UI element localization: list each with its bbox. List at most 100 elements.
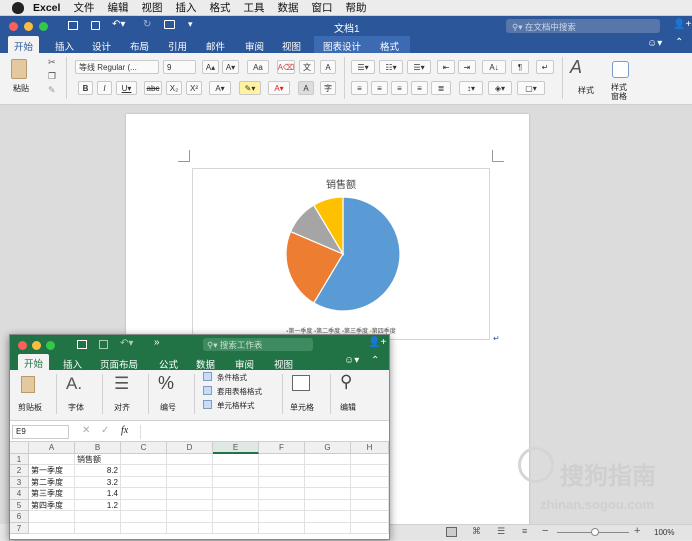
highlight-icon[interactable]: ✎▾ (239, 81, 261, 95)
menu-format[interactable]: 格式 (209, 0, 230, 15)
superscript-icon[interactable]: X² (186, 81, 202, 95)
zoom-icon[interactable] (46, 341, 55, 350)
enter-icon[interactable]: ✓ (101, 425, 109, 436)
save-icon[interactable] (99, 340, 108, 349)
xl-tab-insert[interactable]: 插入 (63, 357, 82, 371)
row-header[interactable]: 6 (10, 511, 29, 523)
select-all-corner[interactable] (10, 442, 29, 454)
menu-view[interactable]: 视图 (141, 0, 162, 15)
cell[interactable]: 1.4 (75, 488, 121, 500)
cell[interactable] (213, 476, 259, 488)
cell[interactable] (213, 488, 259, 500)
number-group-icon[interactable]: % (158, 373, 174, 394)
edit-group-label[interactable]: 编辑 (340, 402, 356, 413)
collapse-ribbon-icon[interactable]: ⌃ (371, 355, 379, 366)
paste-icon[interactable] (11, 59, 27, 79)
row-header[interactable]: 4 (10, 488, 29, 500)
row-header[interactable]: 7 (10, 522, 29, 534)
cell[interactable] (121, 453, 167, 465)
paste-icon[interactable] (21, 376, 35, 393)
table-format-button[interactable]: 套用表格格式 (217, 386, 262, 397)
grow-font-icon[interactable]: A▴ (202, 60, 219, 74)
column-header[interactable]: G (305, 442, 351, 454)
cell[interactable] (213, 465, 259, 477)
print-icon[interactable] (164, 20, 175, 29)
line-spacing-icon[interactable]: ↕▾ (459, 81, 483, 95)
tab-layout[interactable]: 布局 (130, 39, 149, 53)
font-group-label[interactable]: 字体 (68, 402, 84, 413)
close-icon[interactable] (9, 22, 18, 31)
menu-app[interactable]: Excel (33, 2, 60, 14)
column-header[interactable]: C (121, 442, 167, 454)
share-icon[interactable]: 👤+ (368, 337, 386, 348)
tab-mailings[interactable]: 邮件 (206, 39, 225, 53)
cell[interactable] (75, 522, 121, 534)
column-header[interactable]: F (259, 442, 305, 454)
align-center-icon[interactable]: ≡ (371, 81, 388, 95)
bullets-icon[interactable]: ☰▾ (351, 60, 375, 74)
clipboard-group-label[interactable]: 剪贴板 (18, 402, 42, 413)
copy-icon[interactable]: ❐ (48, 71, 56, 82)
align-group-label[interactable]: 对齐 (114, 402, 130, 413)
cell[interactable] (259, 499, 305, 511)
multilevel-list-icon[interactable]: ☰▾ (407, 60, 431, 74)
xl-tab-data[interactable]: 数据 (196, 357, 215, 371)
more-icon[interactable]: » (154, 337, 160, 348)
cell[interactable] (259, 511, 305, 523)
collapse-ribbon-icon[interactable]: ⌃ (675, 37, 683, 48)
tab-design[interactable]: 设计 (92, 39, 111, 53)
cell[interactable] (121, 488, 167, 500)
cell[interactable] (167, 476, 213, 488)
show-marks-icon[interactable]: ¶ (511, 60, 529, 74)
change-case-icon[interactable]: Aa (247, 60, 269, 74)
cell[interactable] (213, 511, 259, 523)
row-header[interactable]: 1 (10, 453, 29, 465)
customize-icon[interactable]: ▾ (188, 19, 193, 30)
cell[interactable] (167, 522, 213, 534)
font-size-select[interactable]: 9 (163, 60, 196, 74)
cell[interactable] (167, 453, 213, 465)
cell[interactable] (305, 511, 351, 523)
menu-tools[interactable]: 工具 (243, 0, 264, 15)
cell[interactable] (305, 453, 351, 465)
fx-icon[interactable]: fx (121, 425, 128, 436)
cell[interactable]: 8.2 (75, 465, 121, 477)
cell[interactable] (167, 488, 213, 500)
menu-data[interactable]: 数据 (277, 0, 298, 15)
styles-pane-icon[interactable] (612, 61, 629, 78)
zoom-slider-handle[interactable] (591, 528, 599, 536)
cells-group-label[interactable]: 单元格 (290, 402, 314, 413)
clear-format-icon[interactable]: A⌫ (277, 60, 295, 74)
numbering-icon[interactable]: ☷▾ (379, 60, 403, 74)
phonetic-icon[interactable]: 文 (299, 60, 315, 74)
menu-help[interactable]: 帮助 (345, 0, 366, 15)
tab-chart-design[interactable]: 图表设计 (323, 39, 361, 53)
cell[interactable] (167, 499, 213, 511)
char-shading-icon[interactable]: A (298, 81, 314, 95)
menu-file[interactable]: 文件 (73, 0, 94, 15)
cell[interactable] (259, 488, 305, 500)
cell[interactable] (121, 522, 167, 534)
print-layout-icon[interactable] (446, 527, 457, 537)
sidebar-icon[interactable] (68, 21, 78, 30)
tab-format[interactable]: 格式 (380, 39, 399, 53)
tab-insert[interactable]: 插入 (55, 39, 74, 53)
cell[interactable] (351, 499, 389, 511)
font-name-select[interactable]: 等线 Regular (... (75, 60, 159, 74)
cell[interactable]: 3.2 (75, 476, 121, 488)
shrink-font-icon[interactable]: A▾ (222, 60, 239, 74)
menu-edit[interactable]: 编辑 (107, 0, 128, 15)
column-header[interactable]: D (167, 442, 213, 454)
smiley-icon[interactable]: ☺▾ (344, 355, 359, 366)
xl-tab-home[interactable]: 开始 (18, 354, 50, 370)
text-effects-icon[interactable]: A▾ (209, 81, 231, 95)
name-box[interactable]: E9 (12, 425, 69, 439)
redo-icon[interactable]: ↻ (143, 19, 151, 30)
cells-icon[interactable] (292, 375, 310, 391)
cell[interactable] (351, 511, 389, 523)
cell[interactable] (259, 465, 305, 477)
word-search-field[interactable]: ⚲▾ 在文档中搜索 (506, 19, 660, 33)
minimize-icon[interactable] (32, 341, 41, 350)
cell[interactable] (121, 476, 167, 488)
decrease-indent-icon[interactable]: ⇤ (437, 60, 455, 74)
